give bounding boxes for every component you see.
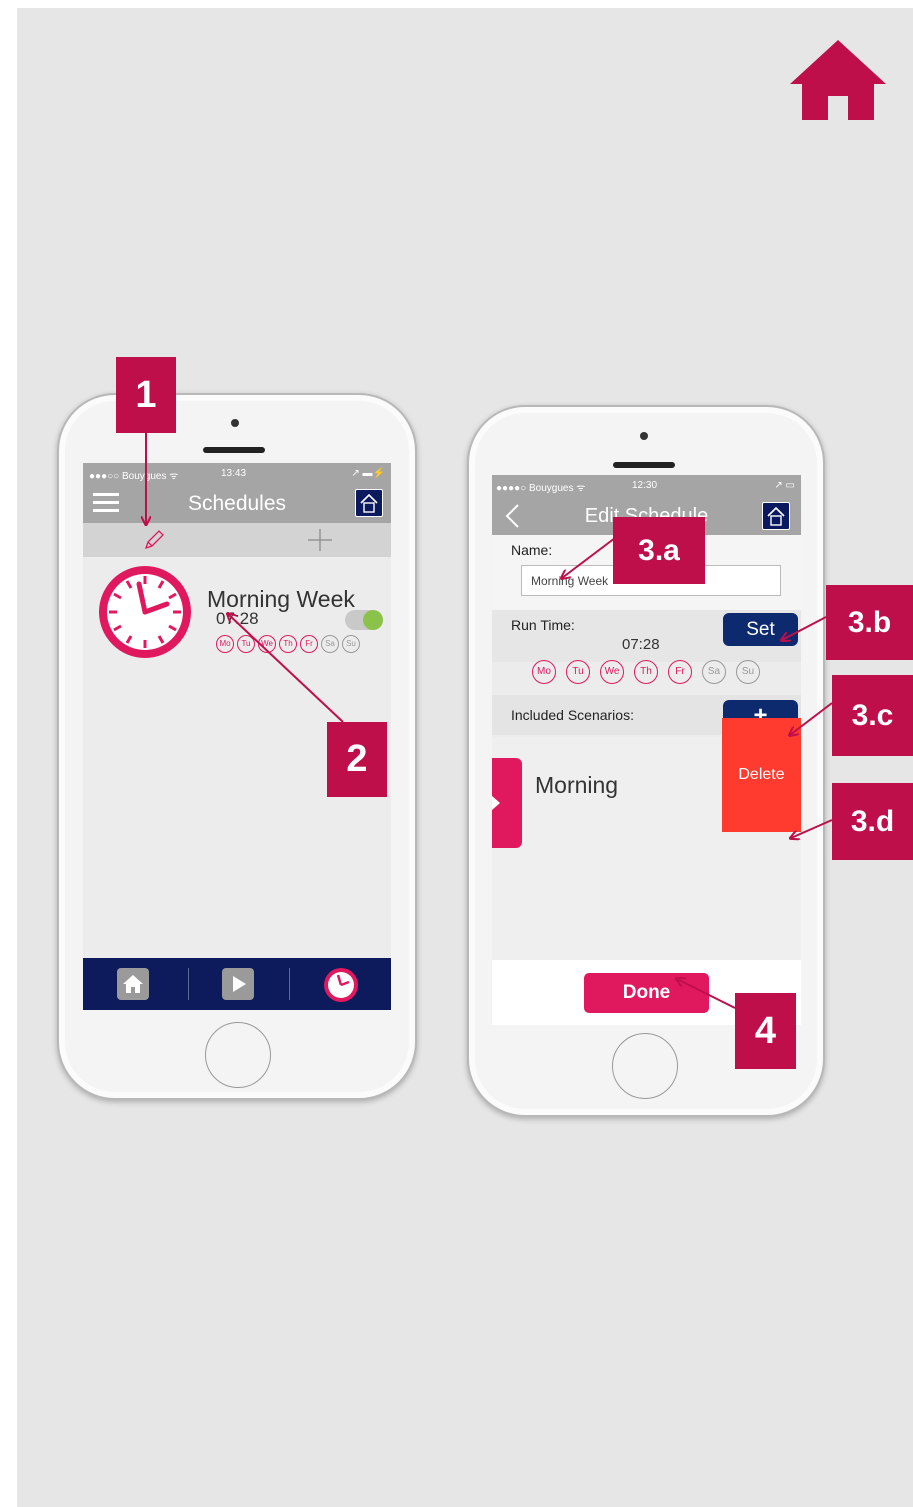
page-title: Schedules <box>187 492 287 515</box>
edit-toolbar <box>83 523 391 557</box>
tab-schedules[interactable] <box>322 966 360 1004</box>
tab-bar <box>83 958 391 1010</box>
house-icon[interactable] <box>355 489 383 517</box>
play-icon <box>233 976 246 992</box>
speaker-grille <box>613 462 675 468</box>
callout-3d: 3.d <box>832 783 913 860</box>
tab-scenarios[interactable] <box>222 968 254 1000</box>
day-sa[interactable]: Sa <box>702 660 726 684</box>
tab-home[interactable] <box>117 968 149 1000</box>
carrier-label: ●●●○○ Bouygues ᯤ <box>89 471 179 482</box>
status-bar: ●●●○○ Bouygues ᯤ 13:43 ↗ ▬⚡ <box>83 463 391 485</box>
day-we: We <box>258 635 276 653</box>
day-we[interactable]: We <box>600 660 624 684</box>
day-th: Th <box>279 635 297 653</box>
day-mo: Mo <box>216 635 234 653</box>
callout-3b: 3.b <box>826 585 913 660</box>
hardware-home-button[interactable] <box>205 1022 271 1088</box>
pencil-icon[interactable] <box>143 529 165 551</box>
day-su[interactable]: Su <box>736 660 760 684</box>
day-su: Su <box>342 635 360 653</box>
home-icon[interactable] <box>790 40 886 120</box>
battery-icon: ↗ ▭ <box>774 480 795 491</box>
hardware-home-button[interactable] <box>612 1033 678 1099</box>
schedule-toggle[interactable] <box>345 610 383 630</box>
carrier-label: ●●●●○ Bouygues ᯤ <box>496 483 586 494</box>
run-time-value: 07:28 <box>622 636 660 653</box>
callout-3a: 3.a <box>613 517 705 584</box>
day-th[interactable]: Th <box>634 660 658 684</box>
done-button[interactable]: Done <box>584 973 709 1013</box>
name-label: Name: <box>511 542 553 558</box>
scenario-name: Morning <box>535 772 619 798</box>
status-bar: ●●●●○ Bouygues ᯤ 12:30 ↗ ▭ <box>492 475 801 497</box>
status-time: 13:43 <box>221 468 247 479</box>
day-tu: Tu <box>237 635 255 653</box>
callout-4: 4 <box>735 993 796 1069</box>
day-fr[interactable]: Fr <box>668 660 692 684</box>
callout-2: 2 <box>327 722 387 797</box>
home-icon <box>123 975 143 993</box>
day-fr: Fr <box>300 635 318 653</box>
clock-icon <box>99 566 191 658</box>
scenario-drag-handle[interactable] <box>492 758 522 848</box>
day-mo[interactable]: Mo <box>532 660 556 684</box>
play-icon <box>492 796 500 810</box>
set-button[interactable]: Set <box>723 613 798 646</box>
schedule-list-item[interactable]: Morning Week 07:28 Mo Tu We Th Fr Sa Su <box>83 557 391 667</box>
day-sa: Sa <box>321 635 339 653</box>
front-camera <box>640 432 648 440</box>
included-scenarios-label: Included Scenarios: <box>511 707 634 723</box>
callout-1: 1 <box>116 357 176 433</box>
run-time-label: Run Time: <box>511 617 575 633</box>
front-camera <box>231 419 239 427</box>
delete-button[interactable]: Delete <box>722 718 801 832</box>
plus-icon[interactable] <box>308 529 332 551</box>
status-time: 12:30 <box>632 480 658 491</box>
speaker-grille <box>203 447 265 453</box>
nav-bar: Schedules <box>83 485 391 523</box>
callout-3c: 3.c <box>832 675 913 756</box>
battery-icon: ↗ ▬⚡ <box>351 468 385 479</box>
day-tu[interactable]: Tu <box>566 660 590 684</box>
house-icon[interactable] <box>762 502 790 530</box>
schedule-time: 07:28 <box>216 609 259 628</box>
